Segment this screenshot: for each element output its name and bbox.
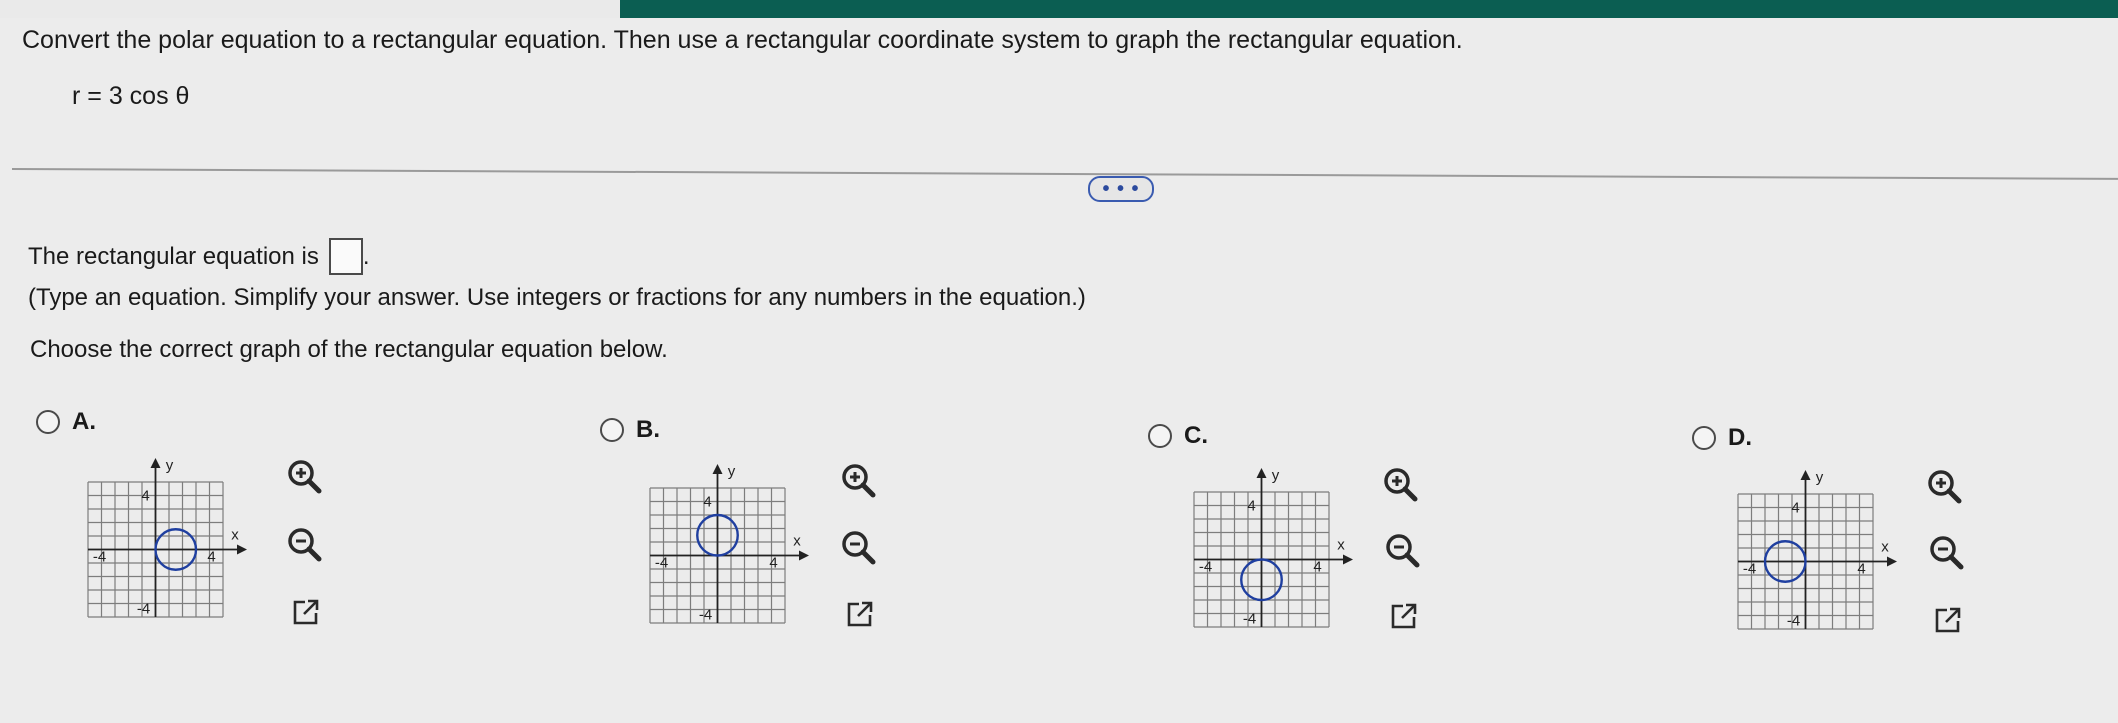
graph-d: yx4-4-4 4 [1737,469,1897,630]
x-axis-arrow [1343,554,1353,565]
x-axis-arrow [237,544,247,555]
polar-equation: r = 3 cos θ [72,82,190,110]
popout-button-c[interactable] [1384,596,1424,636]
x-axis-label: x [231,527,239,544]
popout-icon [1391,603,1417,629]
top-bar-light [0,0,620,18]
more-button[interactable]: • • • [1088,176,1154,202]
y-tick-pos-label: 4 [1791,500,1799,517]
popout-button-a[interactable] [286,592,326,632]
radio-a[interactable] [36,410,60,434]
option-a-label: A. [72,408,96,435]
y-tick-neg-label: -4 [699,607,712,624]
zoom-in-icon [1928,470,1962,504]
y-axis-arrow [1800,470,1811,480]
option-c[interactable]: C. [1148,422,1208,450]
graph-b: yx4-4-4 4 [649,463,809,624]
zoom-out-icon [842,531,876,565]
y-axis-label: y [1816,469,1824,486]
zoom-out-button-a[interactable] [284,524,324,564]
instructions: (Type an equation. Simplify your answer.… [28,284,1086,311]
radio-b[interactable] [600,418,624,442]
zoom-out-icon [1930,536,1964,570]
y-tick-neg-label: -4 [137,601,150,618]
answer-input[interactable] [328,238,363,275]
y-axis-arrow [150,458,161,468]
y-axis-label: y [166,457,174,474]
graph-a: yx4-4-4 4 [87,457,247,618]
zoom-in-button-b[interactable] [838,460,878,500]
answer-intro: The rectangular equation is [28,242,319,270]
radio-d[interactable] [1692,426,1716,450]
popout-icon [1935,607,1961,633]
y-axis-label: y [1272,467,1280,484]
answer-line: The rectangular equation is . [28,238,370,275]
x-tick-neg-label: -4 [1199,559,1212,576]
x-tick-neg-label: -4 [655,555,668,572]
zoom-in-icon [1384,468,1418,502]
x-axis-arrow [799,550,809,561]
x-axis-arrow [1887,556,1897,567]
radio-c[interactable] [1148,424,1172,448]
zoom-in-button-d[interactable] [1924,466,1964,506]
zoom-in-icon [842,464,876,498]
question-prompt: Convert the polar equation to a rectangu… [22,26,1463,54]
option-c-label: C. [1184,422,1208,449]
choose-prompt: Choose the correct graph of the rectangu… [30,336,668,363]
zoom-in-icon [288,460,322,494]
x-tick-pos-label: 4 [207,549,215,566]
y-tick-pos-label: 4 [1247,498,1255,515]
y-axis-label: y [728,463,736,480]
popout-icon [293,599,319,625]
y-tick-neg-label: -4 [1243,611,1256,628]
x-tick-pos-label: 4 [1313,559,1321,576]
x-axis-label: x [793,533,801,550]
option-a[interactable]: A. [36,408,96,436]
popout-button-d[interactable] [1928,600,1968,640]
y-axis-arrow [712,464,723,474]
zoom-in-button-a[interactable] [284,456,324,496]
y-tick-pos-label: 4 [141,488,149,505]
option-d[interactable]: D. [1692,424,1752,452]
zoom-out-button-d[interactable] [1926,532,1966,572]
divider [11,168,2118,180]
x-tick-neg-label: -4 [93,549,106,566]
y-tick-pos-label: 4 [703,494,711,511]
zoom-in-button-c[interactable] [1380,464,1420,504]
x-tick-neg-label: -4 [1743,561,1756,578]
zoom-out-icon [1386,534,1420,568]
zoom-out-button-b[interactable] [838,527,878,567]
option-b-label: B. [636,416,660,443]
x-tick-pos-label: 4 [1857,561,1865,578]
zoom-out-button-c[interactable] [1382,530,1422,570]
popout-icon [847,601,873,627]
zoom-out-icon [288,528,322,562]
option-d-label: D. [1728,424,1752,451]
answer-period: . [362,242,370,270]
x-tick-pos-label: 4 [769,555,777,572]
y-tick-neg-label: -4 [1787,613,1800,630]
option-b[interactable]: B. [600,416,660,444]
x-axis-label: x [1881,539,1889,556]
y-axis-arrow [1256,468,1267,478]
popout-button-b[interactable] [840,594,880,634]
x-axis-label: x [1337,537,1345,554]
graph-c: yx4-4-4 4 [1193,467,1353,628]
